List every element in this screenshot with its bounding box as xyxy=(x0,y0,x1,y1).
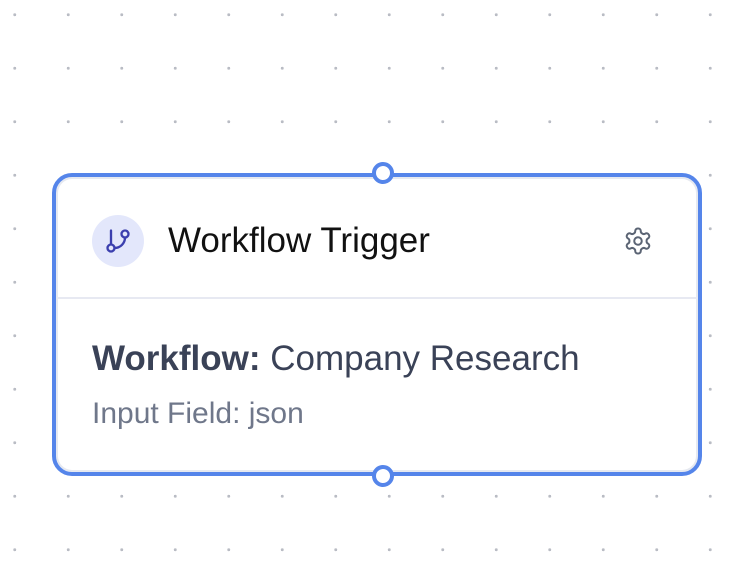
workflow-canvas[interactable]: Workflow Trigger Workflow: Company Resea… xyxy=(0,0,738,568)
output-connection-handle[interactable] xyxy=(372,465,394,487)
input-field-row: Input Field: json xyxy=(92,395,674,433)
workflow-label: Workflow: xyxy=(92,339,261,378)
gear-icon xyxy=(623,226,653,256)
workflow-value: Company Research xyxy=(270,339,580,378)
workflow-row: Workflow: Company Research xyxy=(92,337,674,381)
node-header: Workflow Trigger xyxy=(56,177,698,299)
input-field-label: Input Field: xyxy=(92,397,241,430)
git-branch-icon xyxy=(92,215,144,267)
settings-button[interactable] xyxy=(620,223,656,259)
workflow-trigger-node[interactable]: Workflow Trigger Workflow: Company Resea… xyxy=(52,162,702,487)
input-field-value: json xyxy=(248,397,304,430)
node-title: Workflow Trigger xyxy=(168,221,430,260)
node-body: Workflow: Company Research Input Field: … xyxy=(92,337,674,433)
